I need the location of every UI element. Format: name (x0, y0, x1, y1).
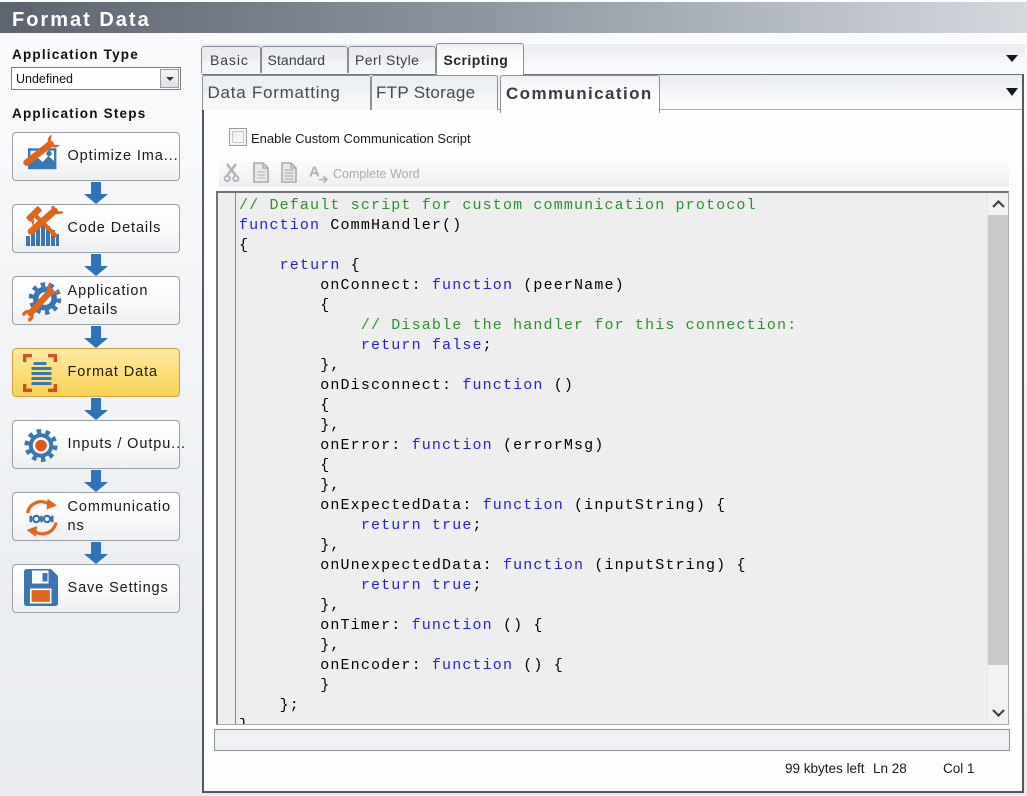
svg-text:A: A (309, 164, 320, 181)
